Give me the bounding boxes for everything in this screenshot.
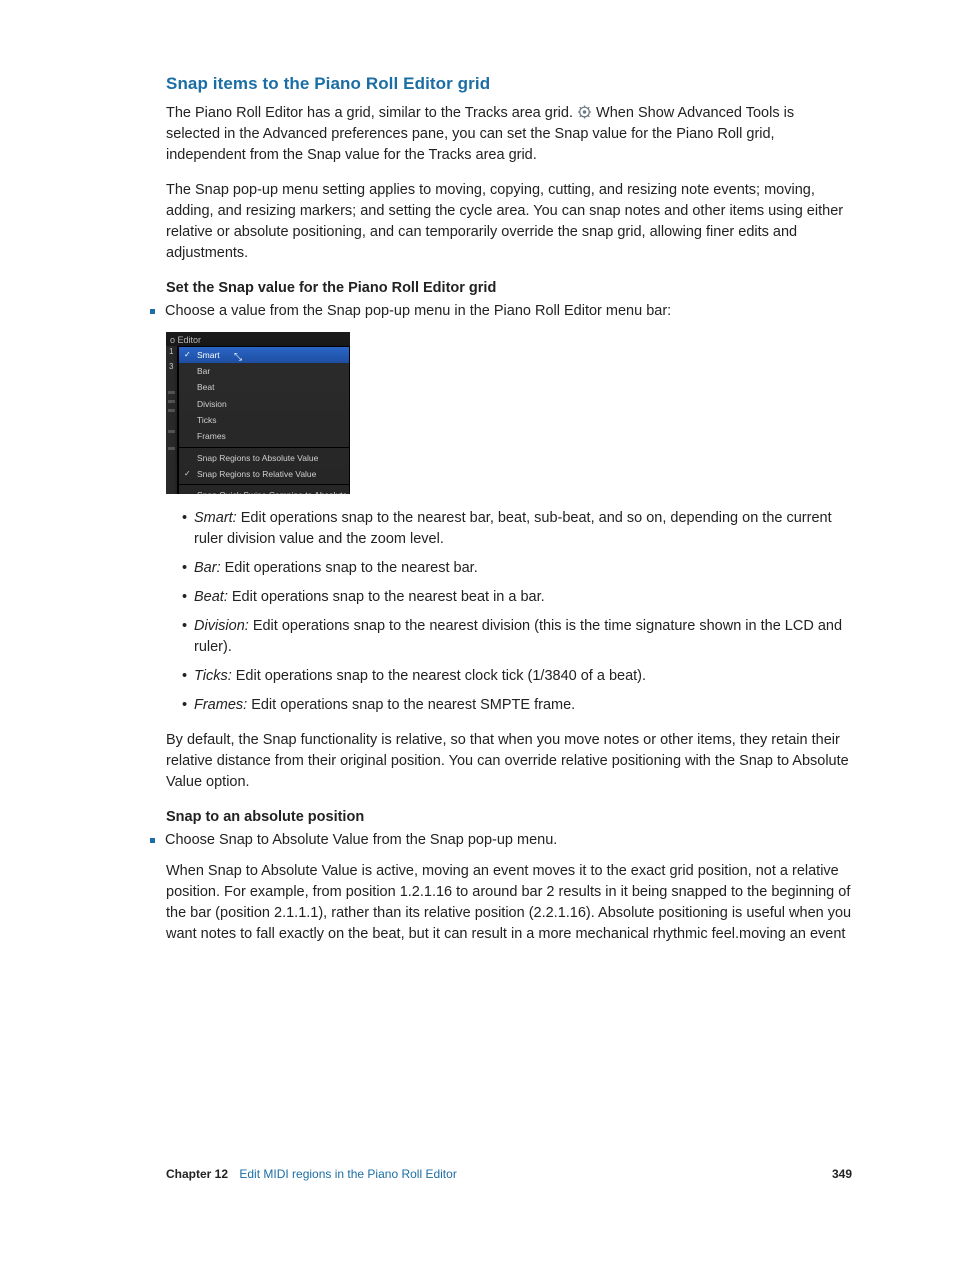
absolute-paragraph: When Snap to Absolute Value is active, m… [166, 861, 852, 945]
menu-item-smart[interactable]: ✓Smart [179, 347, 349, 363]
def-text: Edit operations snap to the nearest SMPT… [247, 697, 575, 713]
def-text: Edit operations snap to the nearest bar. [221, 560, 478, 576]
def-text: Edit operations snap to the nearest divi… [194, 618, 842, 655]
def-term: Division: [194, 618, 249, 634]
para1-part-a: The Piano Roll Editor has a grid, simila… [166, 105, 577, 121]
intro-paragraph-2: The Snap pop-up menu setting applies to … [166, 180, 852, 264]
relative-paragraph: By default, the Snap functionality is re… [166, 730, 852, 793]
snap-popup-menu[interactable]: ✓Smart Bar Beat Division Ticks Frames Sn… [178, 346, 350, 494]
page-footer: Chapter 12 Edit MIDI regions in the Pian… [166, 1166, 852, 1183]
def-text: Edit operations snap to the nearest beat… [228, 589, 545, 605]
ruler-num-3: 3 [166, 361, 177, 373]
list-item: Ticks: Edit operations snap to the neare… [182, 666, 852, 687]
check-icon: ✓ [184, 468, 191, 480]
gear-icon [577, 105, 592, 119]
check-icon: ✓ [184, 349, 191, 361]
absolute-heading: Snap to an absolute position [166, 807, 852, 828]
cursor-icon: ⤡ [234, 351, 242, 366]
def-text: Edit operations snap to the nearest cloc… [232, 668, 646, 684]
menu-item-ticks[interactable]: Ticks [179, 412, 349, 428]
def-term: Ticks: [194, 668, 232, 684]
list-item: Frames: Edit operations snap to the near… [182, 695, 852, 716]
bullet-icon [150, 838, 155, 843]
intro-paragraph-1: The Piano Roll Editor has a grid, simila… [166, 103, 852, 166]
list-item: Beat: Edit operations snap to the neares… [182, 587, 852, 608]
absolute-instruction: Choose Snap to Absolute Value from the S… [165, 830, 557, 851]
set-snap-heading: Set the Snap value for the Piano Roll Ed… [166, 278, 852, 299]
ruler-column: 1 3 [166, 346, 178, 494]
page-number: 349 [832, 1166, 852, 1183]
menu-item-division[interactable]: Division [179, 396, 349, 412]
def-term: Frames: [194, 697, 247, 713]
def-term: Beat: [194, 589, 228, 605]
bullet-icon [150, 309, 155, 314]
menu-item-quick-swipe[interactable]: Snap Quick Swipe Comping to Absolute Val… [179, 487, 349, 494]
snap-menu-screenshot: o Editor 1 3 ✓Smart Bar Beat Division Ti… [166, 332, 350, 494]
chapter-title: Edit MIDI regions in the Piano Roll Edit… [239, 1167, 456, 1181]
chapter-label: Chapter 12 [166, 1167, 228, 1181]
def-term: Smart: [194, 510, 237, 526]
menu-item-beat[interactable]: Beat [179, 379, 349, 395]
def-term: Bar: [194, 560, 221, 576]
list-item: Division: Edit operations snap to the ne… [182, 616, 852, 658]
menu-item-bar[interactable]: Bar [179, 363, 349, 379]
menu-item-frames[interactable]: Frames [179, 428, 349, 444]
def-text: Edit operations snap to the nearest bar,… [194, 510, 832, 547]
menu-item-snap-relative[interactable]: ✓Snap Regions to Relative Value [179, 466, 349, 482]
list-item: Bar: Edit operations snap to the nearest… [182, 558, 852, 579]
list-item: Smart: Edit operations snap to the neare… [182, 508, 852, 550]
menu-item-snap-absolute[interactable]: Snap Regions to Absolute Value [179, 450, 349, 466]
set-snap-instruction: Choose a value from the Snap pop-up menu… [165, 301, 671, 322]
section-heading: Snap items to the Piano Roll Editor grid [166, 72, 852, 97]
snap-definitions-list: Smart: Edit operations snap to the neare… [182, 508, 852, 716]
ruler-num-1: 1 [166, 346, 177, 358]
